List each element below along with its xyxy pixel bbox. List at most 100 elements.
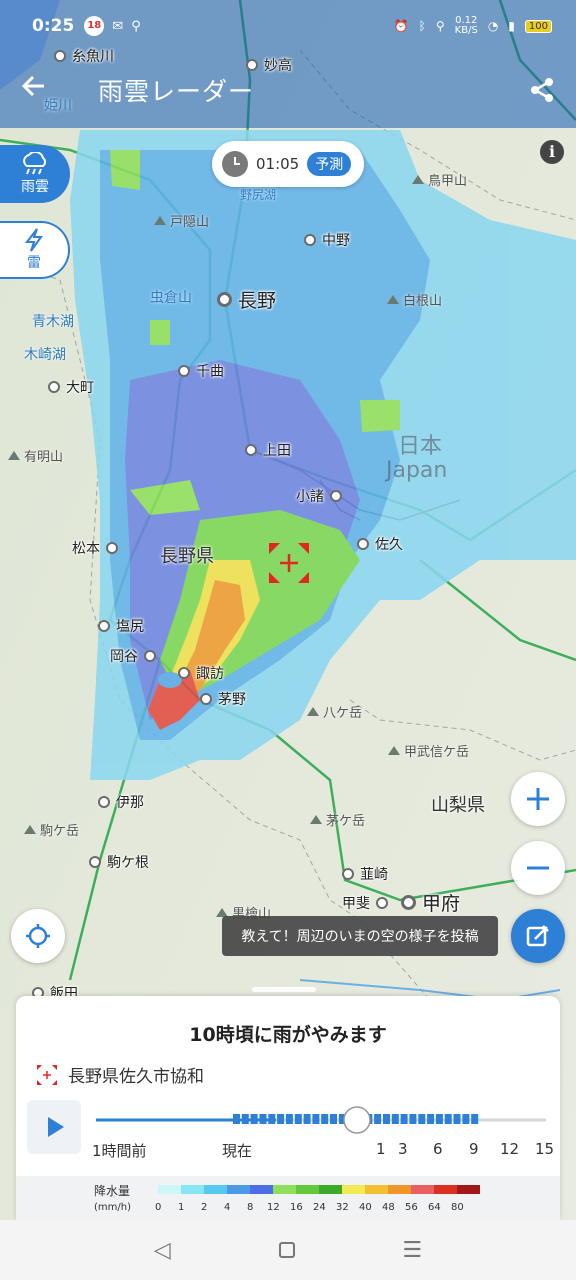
zoom-in-button[interactable] xyxy=(511,772,565,826)
prefecture-label: 長野県 xyxy=(160,546,214,567)
legend-swatch xyxy=(204,1185,227,1194)
city-label: 松本 xyxy=(72,541,100,557)
city-marker[interactable]: 塩尻 xyxy=(98,616,144,636)
city-marker[interactable]: 岡谷 xyxy=(110,646,156,666)
mountain-label: 甲武信ケ岳 xyxy=(388,741,469,760)
timeline-segment xyxy=(277,1114,285,1124)
mountain-label: 戸隠山 xyxy=(154,211,209,230)
system-icons: ⏰ ᛒ ⚲ 0.12 KB/S ◔ ▮ 100 xyxy=(394,16,552,36)
timeline-label: 6 xyxy=(433,1140,443,1158)
crosshair-icon xyxy=(37,1064,57,1085)
city-marker[interactable]: 韮崎 xyxy=(342,864,388,884)
city-marker[interactable]: 甲府 xyxy=(401,889,460,916)
play-icon xyxy=(48,1117,64,1137)
timeline-segment xyxy=(462,1114,470,1124)
mountain-icon xyxy=(387,295,399,304)
info-icon[interactable]: i xyxy=(540,140,564,164)
timeline-segment xyxy=(400,1114,408,1124)
thunder-layer-button[interactable]: 雷 xyxy=(0,221,70,279)
timeline-segment xyxy=(427,1114,435,1124)
notification-icons: 18 ✉ ⚲ xyxy=(84,16,141,36)
timeline-knob[interactable] xyxy=(343,1106,371,1134)
city-dot xyxy=(376,897,388,909)
city-marker[interactable]: 茅野 xyxy=(200,689,246,709)
country-label: Japan xyxy=(386,458,448,483)
location-row[interactable]: 長野県佐久市協和 xyxy=(36,1062,204,1087)
city-marker[interactable]: 千曲 xyxy=(178,361,224,381)
city-label: 小諸 xyxy=(296,489,324,505)
location-name: 長野県佐久市協和 xyxy=(68,1067,204,1087)
share-icon[interactable] xyxy=(528,76,556,104)
city-marker[interactable]: 中野 xyxy=(304,230,350,250)
country-label: 日本 xyxy=(398,434,443,459)
legend-value: 48 xyxy=(382,1202,395,1213)
post-button[interactable] xyxy=(511,909,565,963)
legend-value: 0 xyxy=(155,1202,162,1213)
signal-icon: ▮ xyxy=(508,19,515,33)
wifi-icon: ◔ xyxy=(487,19,499,33)
legend-value: 80 xyxy=(451,1202,464,1213)
lightning-icon xyxy=(24,228,43,252)
notification-badge: 18 xyxy=(84,16,105,36)
city-marker[interactable]: 佐久 xyxy=(357,534,403,554)
mountain-icon xyxy=(388,746,400,755)
city-label: 上田 xyxy=(263,443,291,459)
sheet-drag-handle[interactable] xyxy=(252,987,316,992)
arrow-left-icon[interactable] xyxy=(20,72,60,108)
city-dot xyxy=(330,490,342,502)
timeline-segment xyxy=(471,1114,479,1124)
city-marker[interactable]: 伊那 xyxy=(98,792,144,812)
legend-swatch xyxy=(273,1185,296,1194)
legend-swatch xyxy=(158,1185,181,1194)
city-marker[interactable]: 大町 xyxy=(48,377,94,397)
legend-swatch xyxy=(227,1185,250,1194)
legend-value: 8 xyxy=(247,1202,254,1213)
legend-value: 12 xyxy=(267,1202,280,1213)
legend-value: 32 xyxy=(336,1202,349,1213)
timeline-segment xyxy=(418,1114,426,1124)
legend-value: 24 xyxy=(313,1202,326,1213)
city-marker[interactable]: 小諸 xyxy=(296,486,342,506)
timeline-slider[interactable] xyxy=(96,1104,546,1144)
current-location-button[interactable] xyxy=(11,909,65,963)
timeline-segment xyxy=(285,1114,293,1124)
nav-recents-icon[interactable]: ☰ xyxy=(402,1238,422,1263)
timeline-segment xyxy=(383,1114,390,1124)
city-marker[interactable]: 駒ケ根 xyxy=(89,852,149,872)
city-marker[interactable]: 諏訪 xyxy=(178,663,224,683)
city-marker[interactable]: 上田 xyxy=(245,440,291,460)
city-label: 千曲 xyxy=(196,364,224,380)
city-marker[interactable]: 長野 xyxy=(217,286,276,313)
city-label: 中野 xyxy=(322,233,350,249)
legend-value: 56 xyxy=(405,1202,418,1213)
timeline-label: 9 xyxy=(469,1140,479,1158)
timeline-segment xyxy=(321,1114,329,1124)
time-indicator[interactable]: 01:05 予測 xyxy=(212,141,364,187)
mountain-icon xyxy=(310,815,322,824)
legend-value: 64 xyxy=(428,1202,441,1213)
legend-value: 1 xyxy=(178,1202,185,1213)
city-dot xyxy=(342,868,354,880)
timeline-segment xyxy=(268,1114,276,1124)
play-button[interactable] xyxy=(27,1100,81,1154)
mountain-label: 駒ケ岳 xyxy=(24,820,79,839)
rain-cloud-icon xyxy=(23,152,46,175)
city-marker[interactable]: 松本 xyxy=(72,538,118,558)
forecast-badge: 予測 xyxy=(307,152,352,176)
city-label: 韮崎 xyxy=(360,867,388,883)
mountain-icon xyxy=(154,216,166,225)
city-dot xyxy=(245,444,257,456)
nav-home-icon[interactable] xyxy=(278,1242,295,1258)
city-dot xyxy=(144,650,156,662)
zoom-out-button[interactable] xyxy=(511,841,565,895)
city-dot xyxy=(106,542,118,554)
rain-layer-button[interactable]: 雨雲 xyxy=(0,145,70,203)
forecast-time: 01:05 xyxy=(256,155,300,173)
city-marker[interactable]: 甲斐 xyxy=(342,893,388,913)
crosshair-icon xyxy=(269,543,309,583)
timeline-segment xyxy=(391,1114,399,1124)
app-header: 雨雲レーダー xyxy=(0,52,576,128)
nav-back-icon[interactable]: ◁ xyxy=(154,1238,171,1263)
clock-icon xyxy=(222,151,248,177)
post-tooltip[interactable]: 教えて！周辺のいまの空の様子を投稿 xyxy=(222,916,498,956)
